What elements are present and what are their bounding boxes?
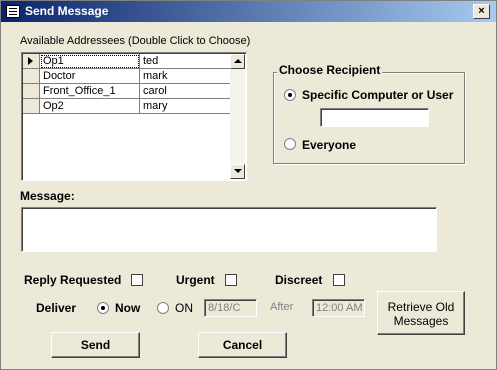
retrieve-line-1: Retrieve Old bbox=[387, 300, 455, 314]
deliver-now-radio[interactable] bbox=[97, 302, 109, 314]
specific-recipient-input[interactable] bbox=[320, 108, 429, 127]
close-button[interactable]: × bbox=[473, 4, 490, 19]
user-cell[interactable]: mark bbox=[140, 69, 230, 84]
table-row[interactable]: Op2 mary bbox=[23, 99, 230, 114]
deliver-time-input[interactable]: 12:00 AM bbox=[312, 299, 365, 317]
table-row[interactable]: Doctor mark bbox=[23, 69, 230, 84]
user-cell[interactable]: mary bbox=[140, 99, 230, 114]
window-title: Send Message bbox=[25, 4, 109, 18]
send-message-window: Send Message × Available Addressees (Dou… bbox=[0, 0, 497, 370]
choose-recipient-title: Choose Recipient bbox=[277, 63, 383, 77]
retrieve-line-2: Messages bbox=[393, 314, 449, 328]
cancel-button[interactable]: Cancel bbox=[198, 332, 287, 358]
table-row[interactable]: Op1 ted bbox=[23, 54, 230, 69]
deliver-now-label[interactable]: Now bbox=[115, 301, 140, 315]
table-row[interactable]: Front_Office_1 carol bbox=[23, 84, 230, 99]
discreet-label: Discreet bbox=[275, 273, 323, 287]
user-cell[interactable]: carol bbox=[140, 84, 230, 99]
message-input[interactable] bbox=[21, 207, 437, 252]
deliver-date-input[interactable]: 8/18/C bbox=[204, 299, 257, 317]
reply-requested-checkbox[interactable] bbox=[131, 274, 143, 286]
deliver-on-radio[interactable] bbox=[157, 302, 169, 314]
computer-cell[interactable]: Front_Office_1 bbox=[40, 84, 140, 99]
computer-cell[interactable]: Op2 bbox=[40, 99, 140, 114]
row-selector[interactable] bbox=[23, 84, 40, 99]
vertical-scrollbar[interactable] bbox=[230, 54, 245, 179]
specific-label[interactable]: Specific Computer or User bbox=[302, 88, 453, 102]
send-button[interactable]: Send bbox=[51, 332, 140, 358]
addressees-grid[interactable]: Op1 ted Doctor mark Front_Office_1 carol… bbox=[21, 52, 247, 181]
title-bar[interactable]: Send Message × bbox=[1, 1, 496, 22]
addressees-label: Available Addressees (Double Click to Ch… bbox=[20, 35, 251, 47]
specific-radio[interactable] bbox=[284, 89, 296, 101]
current-row-icon bbox=[28, 57, 33, 65]
computer-cell[interactable]: Doctor bbox=[40, 69, 140, 84]
deliver-on-label[interactable]: ON bbox=[175, 301, 193, 315]
arrow-up-icon bbox=[234, 59, 242, 63]
deliver-label: Deliver bbox=[36, 301, 77, 315]
reply-requested-label: Reply Requested bbox=[24, 273, 122, 287]
urgent-checkbox[interactable] bbox=[225, 274, 237, 286]
scroll-up-button[interactable] bbox=[230, 54, 245, 69]
row-selector[interactable] bbox=[23, 99, 40, 114]
everyone-radio[interactable] bbox=[284, 138, 296, 150]
scroll-down-button[interactable] bbox=[230, 164, 245, 179]
retrieve-old-messages-button[interactable]: Retrieve Old Messages bbox=[377, 291, 465, 335]
arrow-down-icon bbox=[234, 169, 242, 173]
user-cell[interactable]: ted bbox=[140, 54, 230, 69]
everyone-label[interactable]: Everyone bbox=[302, 138, 356, 152]
computer-cell[interactable]: Op1 bbox=[40, 54, 140, 69]
message-label: Message: bbox=[20, 189, 75, 203]
form-icon bbox=[6, 5, 20, 18]
urgent-label: Urgent bbox=[176, 273, 215, 287]
discreet-checkbox[interactable] bbox=[333, 274, 345, 286]
row-selector[interactable] bbox=[23, 54, 40, 69]
row-selector[interactable] bbox=[23, 69, 40, 84]
after-label: After bbox=[270, 301, 294, 313]
